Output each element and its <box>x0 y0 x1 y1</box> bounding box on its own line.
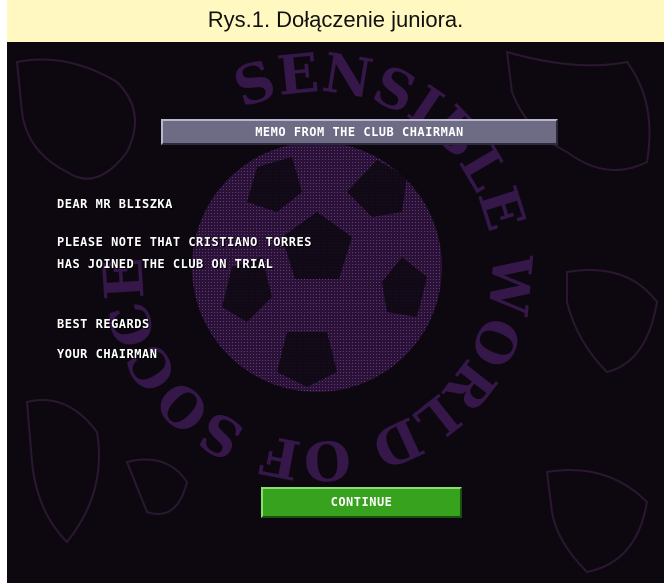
memo-greeting: DEAR MR BLISZKA <box>57 197 173 211</box>
memo-signature: YOUR CHAIRMAN <box>57 347 158 361</box>
memo-body-line-2: HAS JOINED THE CLUB ON TRIAL <box>57 257 274 271</box>
continue-button[interactable]: CONTINUE <box>261 487 462 518</box>
game-screen: SENSIBLE WORLD OF SOCCER 96/97 MEMO FROM… <box>7 42 664 583</box>
memo-header-bar: MEMO FROM THE CLUB CHAIRMAN <box>161 119 558 145</box>
memo-regards: BEST REGARDS <box>57 317 150 331</box>
memo-body-line-1: PLEASE NOTE THAT CRISTIANO TORRES <box>57 235 312 249</box>
figure-caption: Rys.1. Dołączenie juniora. <box>7 0 664 42</box>
